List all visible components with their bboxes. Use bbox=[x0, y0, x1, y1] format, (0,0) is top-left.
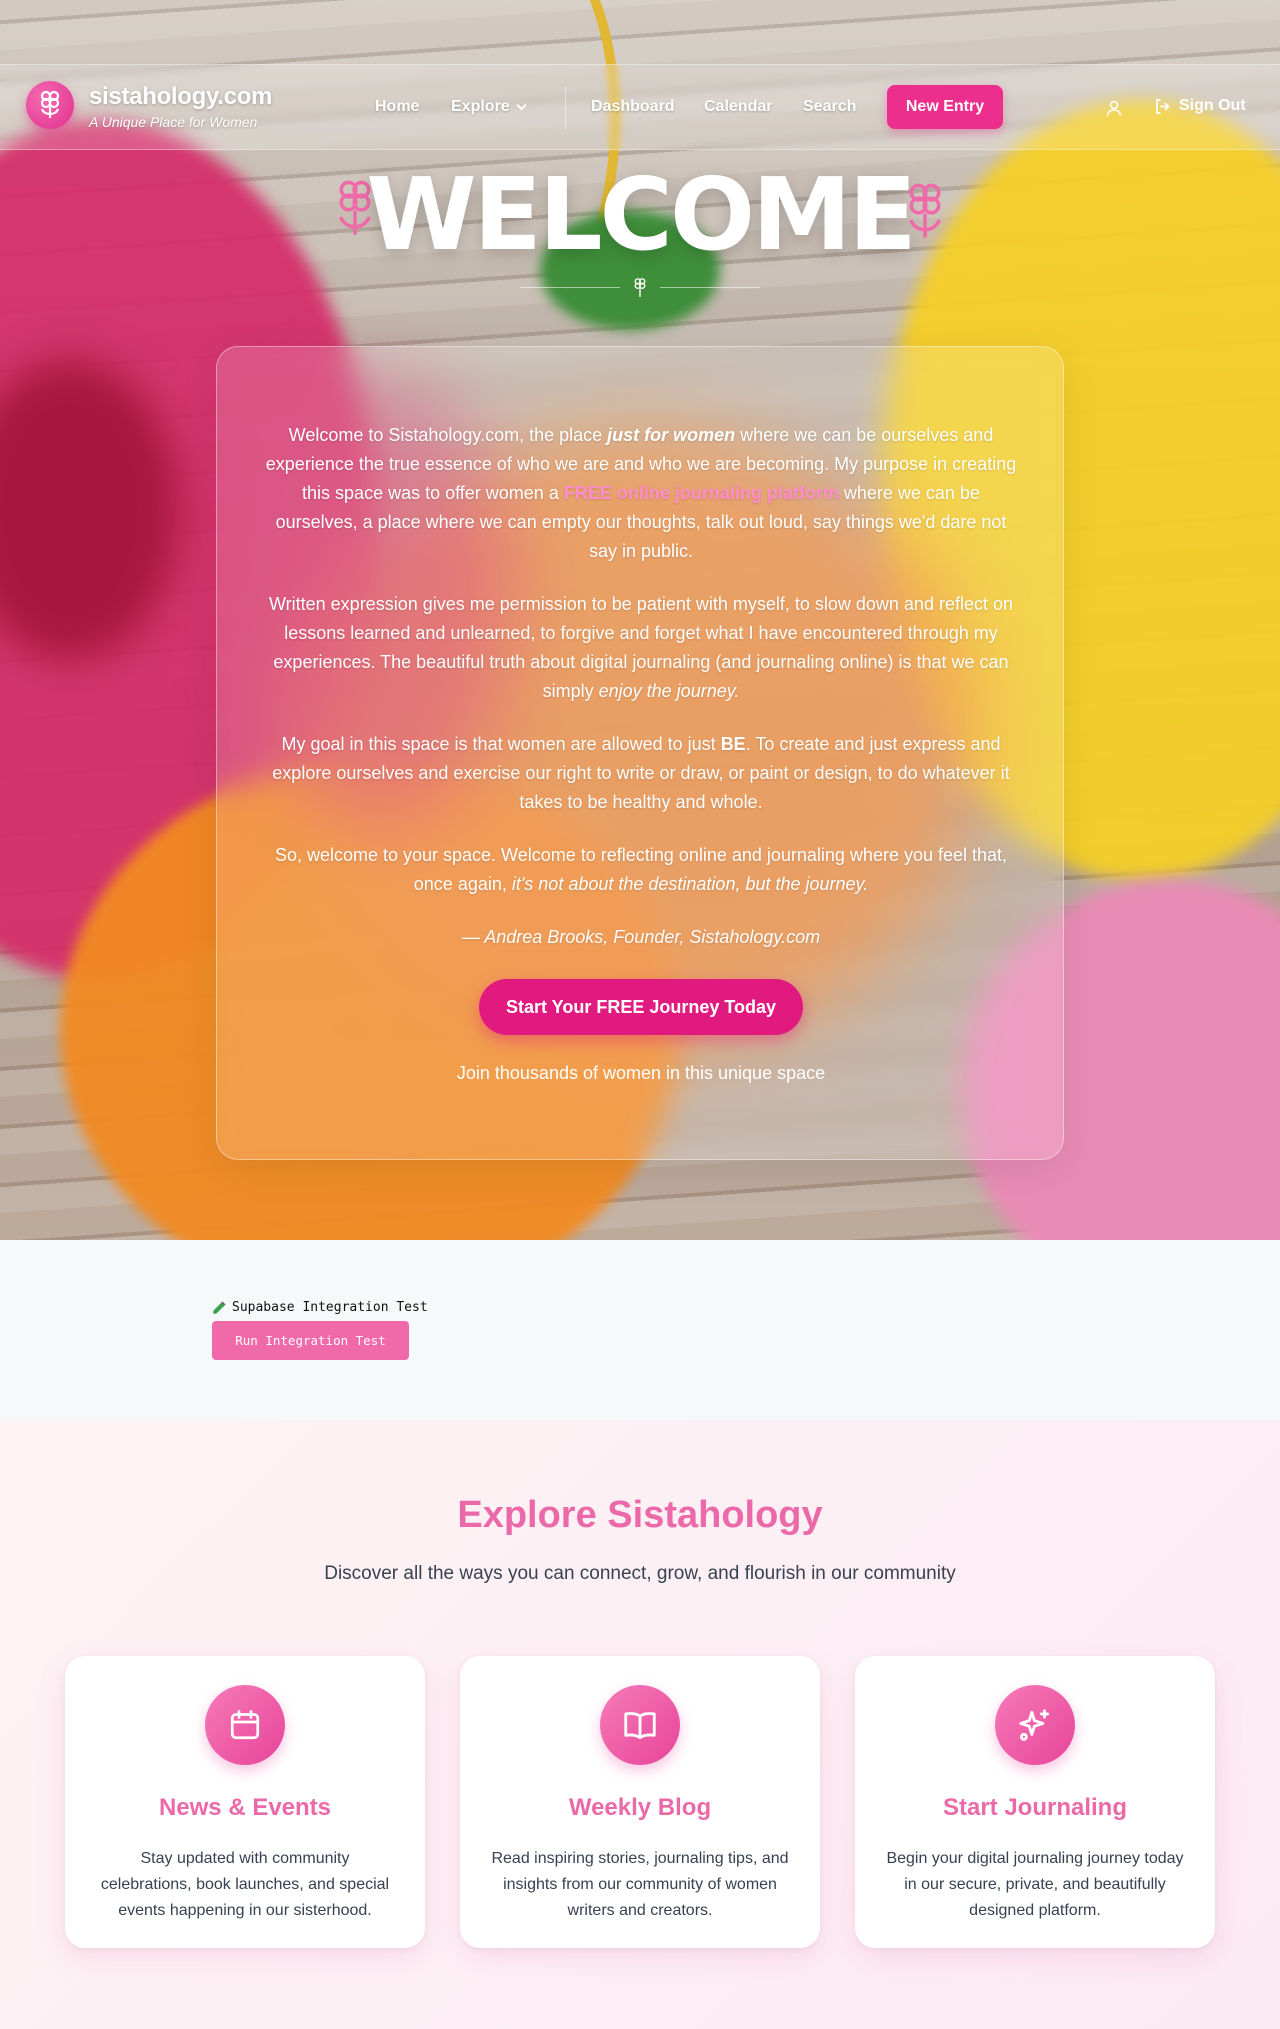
flower-icon bbox=[908, 183, 942, 238]
welcome-heading: WELCOME bbox=[0, 160, 1280, 270]
nav-explore-label: Explore bbox=[451, 98, 510, 115]
calendar-icon bbox=[205, 1685, 285, 1765]
brand-name: sistahology.com bbox=[89, 83, 273, 110]
card-news-events[interactable]: News & Events Stay updated with communit… bbox=[65, 1656, 425, 1948]
card-weekly-blog[interactable]: Weekly Blog Read inspiring stories, jour… bbox=[460, 1656, 820, 1948]
free-journaling-link[interactable]: FREE online journaling platform bbox=[564, 483, 839, 503]
hero-section: sistahology.com A Unique Place for Women… bbox=[0, 0, 1280, 1240]
nav-explore[interactable]: Explore bbox=[451, 98, 527, 116]
sparkles-icon bbox=[995, 1685, 1075, 1765]
card-description: Stay updated with community celebrations… bbox=[100, 1850, 390, 1919]
nav-search[interactable]: Search bbox=[803, 98, 856, 116]
welcome-card: Welcome to Sistahology.com, the place ju… bbox=[216, 346, 1064, 1160]
start-journey-button[interactable]: Start Your FREE Journey Today bbox=[479, 979, 803, 1035]
card-title: Weekly Blog bbox=[568, 1794, 712, 1821]
card-description: Begin your digital journaling journey to… bbox=[886, 1850, 1184, 1919]
user-icon[interactable] bbox=[1105, 99, 1123, 117]
divider-line-left bbox=[520, 287, 620, 288]
welcome-title: WELCOME bbox=[366, 156, 917, 273]
paragraph-1: Welcome to Sistahology.com, the place ju… bbox=[265, 425, 1017, 561]
signature: — Andrea Brooks, Founder, Sistahology.co… bbox=[461, 927, 821, 947]
small-flower-icon bbox=[634, 278, 646, 297]
join-text: Join thousands of women in this unique s… bbox=[456, 1063, 826, 1083]
sign-out-button[interactable]: Sign Out bbox=[1154, 97, 1246, 115]
nav-calendar[interactable]: Calendar bbox=[704, 98, 772, 116]
card-description: Read inspiring stories, journaling tips,… bbox=[491, 1850, 789, 1919]
book-open-icon bbox=[600, 1685, 680, 1765]
logo-icon[interactable] bbox=[26, 81, 74, 129]
integration-test-section: Supabase Integration Test Run Integratio… bbox=[0, 1240, 1280, 1420]
logout-icon bbox=[1156, 98, 1170, 114]
card-title: Start Journaling bbox=[942, 1794, 1128, 1821]
nav-divider bbox=[565, 87, 566, 129]
explore-section: Explore Sistahology Discover all the way… bbox=[0, 1420, 1280, 2029]
paragraph-4: So, welcome to your space. Welcome to re… bbox=[274, 845, 1008, 894]
test-label: Supabase Integration Test bbox=[212, 1300, 428, 1315]
run-integration-test-button[interactable]: Run Integration Test bbox=[212, 1321, 409, 1360]
paragraph-2: Written expression gives me permission t… bbox=[268, 594, 1013, 701]
welcome-message: Welcome to Sistahology.com, the place ju… bbox=[261, 421, 1021, 976]
new-entry-button[interactable]: New Entry bbox=[887, 85, 1003, 129]
paragraph-3: My goal in this space is that women are … bbox=[272, 734, 1010, 812]
sign-out-label: Sign Out bbox=[1179, 97, 1246, 114]
explore-subtitle: Discover all the ways you can connect, g… bbox=[324, 1563, 956, 1584]
nav-home[interactable]: Home bbox=[375, 98, 419, 116]
card-title: News & Events bbox=[158, 1794, 332, 1821]
top-nav: sistahology.com A Unique Place for Women… bbox=[0, 64, 1280, 150]
nav-dashboard[interactable]: Dashboard bbox=[591, 98, 675, 116]
explore-title: Explore Sistahology bbox=[457, 1494, 823, 1536]
divider-line-right bbox=[660, 287, 760, 288]
chevron-down-icon bbox=[516, 103, 527, 111]
test-tube-icon bbox=[213, 1300, 226, 1314]
brand[interactable]: sistahology.com A Unique Place for Women bbox=[89, 83, 272, 130]
test-label-text: Supabase Integration Test bbox=[232, 1300, 428, 1315]
brand-tagline: A Unique Place for Women bbox=[89, 114, 258, 130]
card-start-journaling[interactable]: Start Journaling Begin your digital jour… bbox=[855, 1656, 1215, 1948]
